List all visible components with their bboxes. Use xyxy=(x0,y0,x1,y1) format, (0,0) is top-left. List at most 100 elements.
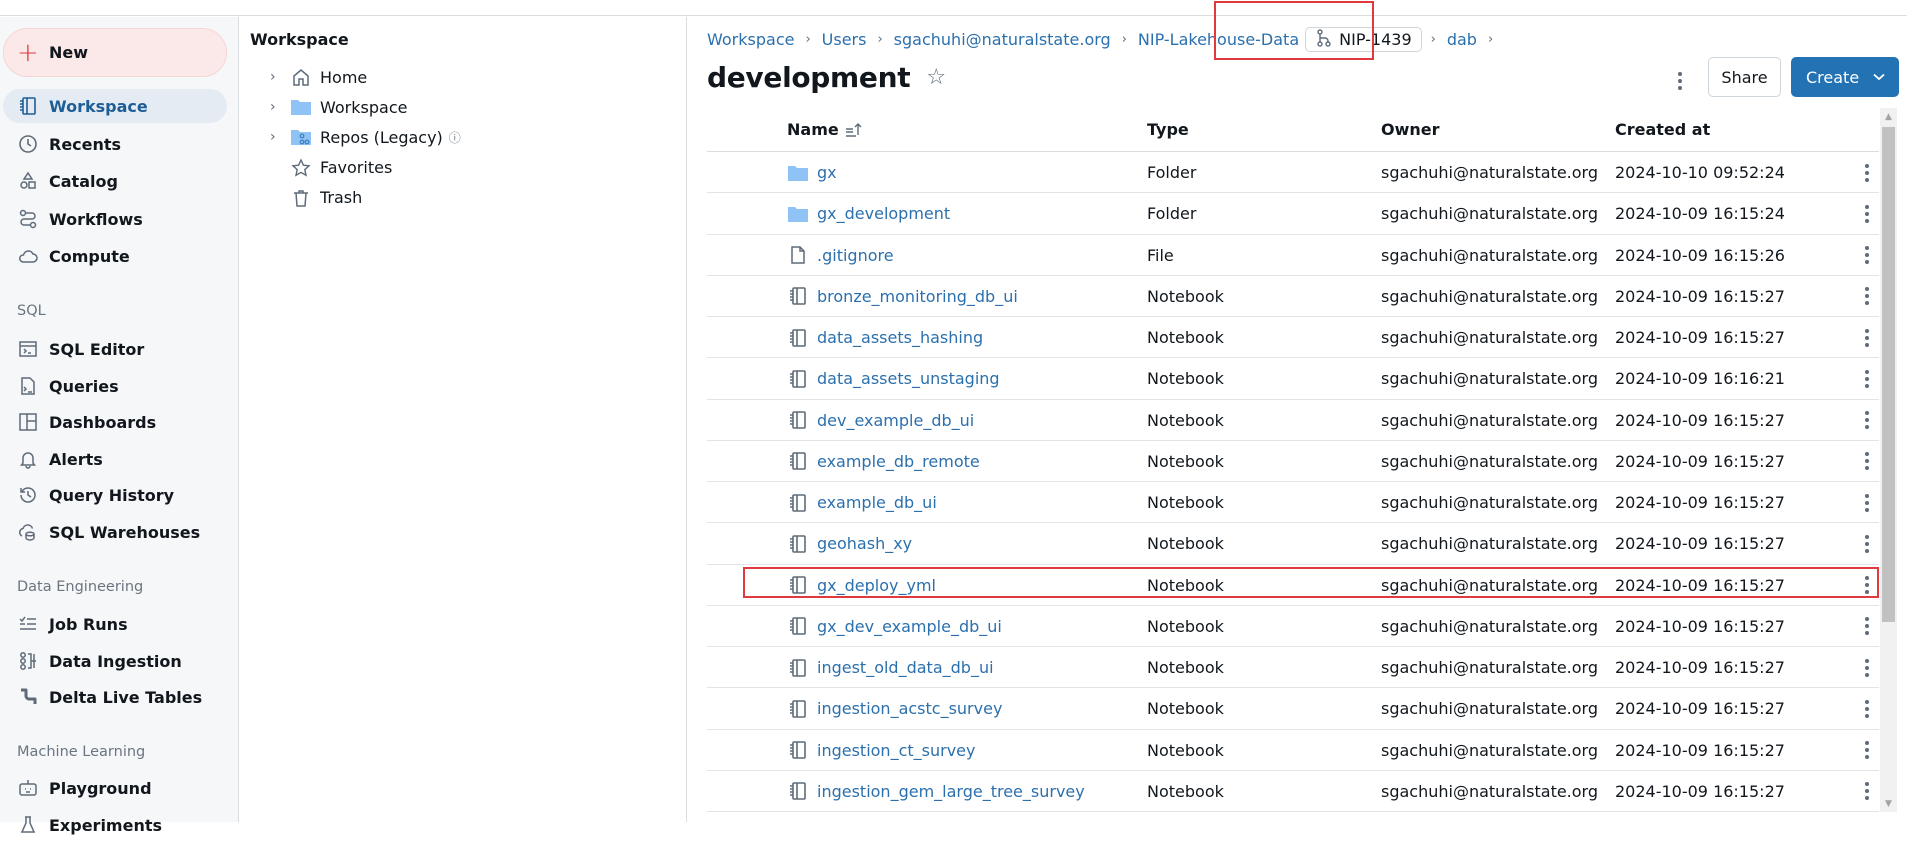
row-name-link[interactable]: ingest_old_data_db_ui xyxy=(787,647,994,688)
chevron-right-icon[interactable]: › xyxy=(270,69,290,85)
breadcrumb-item[interactable]: NIP-Lakehouse-Data xyxy=(1138,30,1299,49)
scroll-down-arrow[interactable]: ▼ xyxy=(1880,795,1897,812)
row-actions-button[interactable] xyxy=(1857,317,1877,358)
row-actions-button[interactable] xyxy=(1857,482,1877,523)
column-header-name[interactable]: Name xyxy=(787,120,863,139)
row-name-link[interactable]: .gitignore xyxy=(787,235,894,276)
table-scrollbar[interactable]: ▲ ▼ xyxy=(1880,108,1897,812)
row-actions-button[interactable] xyxy=(1857,771,1877,812)
sidebar-item-queries[interactable]: Queries xyxy=(3,369,227,403)
table-row[interactable]: example_db_remote Notebook sgachuhi@natura… xyxy=(707,441,1879,482)
row-actions-button[interactable] xyxy=(1857,441,1877,482)
sidebar-item-workflows[interactable]: Workflows xyxy=(3,202,227,236)
table-row[interactable]: ingestion_acstc_survey Notebook sgachuhi@n… xyxy=(707,688,1879,730)
sidebar-item-job-runs[interactable]: Job Runs xyxy=(3,607,227,641)
favorite-star-icon[interactable]: ☆ xyxy=(926,65,946,90)
table-row[interactable]: .gitignore File sgachuhi@naturalstate.org 2… xyxy=(707,235,1879,276)
column-header-type[interactable]: Type xyxy=(1147,120,1189,139)
row-actions-button[interactable] xyxy=(1857,523,1877,564)
row-actions-button[interactable] xyxy=(1857,358,1877,399)
more-options-button[interactable] xyxy=(1668,61,1692,101)
row-type: Notebook xyxy=(1147,328,1224,347)
row-name-link[interactable]: gx_dev_example_db_ui xyxy=(787,606,1002,647)
row-actions-button[interactable] xyxy=(1857,565,1877,606)
table-row[interactable]: geohash_xy Notebook sgachuhi@naturalstate.… xyxy=(707,523,1879,565)
breadcrumb-item[interactable]: dab xyxy=(1447,30,1477,49)
sidebar-item-label: Delta Live Tables xyxy=(49,687,203,707)
sidebar-item-compute[interactable]: Compute xyxy=(3,239,227,273)
chevron-right-icon[interactable]: › xyxy=(270,129,290,145)
scroll-up-arrow[interactable]: ▲ xyxy=(1880,108,1897,125)
table-row[interactable]: data_assets_hashing Notebook sgachuhi@natu… xyxy=(707,317,1879,359)
sidebar-item-dashboards[interactable]: Dashboards xyxy=(3,405,227,439)
row-name-link[interactable]: dev_example_db_ui xyxy=(787,400,974,441)
breadcrumb-item[interactable]: Users xyxy=(822,30,867,49)
tree-item-workspace[interactable]: › Workspace xyxy=(270,93,407,121)
row-name-link[interactable]: gx_development xyxy=(787,193,950,234)
sidebar-item-playground[interactable]: Playground xyxy=(3,771,227,805)
row-actions-button[interactable] xyxy=(1857,152,1877,193)
sidebar-item-workspace[interactable]: Workspace xyxy=(3,89,227,123)
table-row[interactable]: ingest_old_data_db_ui Notebook sgachuhi@na… xyxy=(707,647,1879,689)
table-row[interactable]: ingestion_ct_survey Notebook sgachuhi@natu… xyxy=(707,730,1879,771)
row-actions-button[interactable] xyxy=(1857,606,1877,647)
info-icon[interactable]: ⓘ xyxy=(449,129,461,146)
tree-item-trash[interactable]: Trash xyxy=(270,184,362,212)
table-row[interactable]: dev_example_db_ui Notebook sgachuhi@natura… xyxy=(707,400,1879,441)
sidebar-item-query-history[interactable]: Query History xyxy=(3,478,227,512)
column-header-owner[interactable]: Owner xyxy=(1381,120,1440,139)
new-button[interactable]: + New xyxy=(3,28,227,77)
sidebar-item-sql-warehouses[interactable]: SQL Warehouses xyxy=(3,515,227,549)
sidebar-item-catalog[interactable]: Catalog xyxy=(3,164,227,198)
row-name-link[interactable]: gx xyxy=(787,152,837,193)
table-row[interactable]: gx_deploy_yml Notebook sgachuhi@naturalsta… xyxy=(707,565,1879,606)
branch-chip[interactable]: NIP-1439 xyxy=(1305,27,1422,52)
row-actions-button[interactable] xyxy=(1857,235,1877,276)
sidebar-item-data-ingestion[interactable]: Data Ingestion xyxy=(3,644,227,678)
row-actions-button[interactable] xyxy=(1857,400,1877,441)
row-name-link[interactable]: bronze_monitoring_db_ui xyxy=(787,276,1018,317)
kebab-icon xyxy=(1865,163,1869,182)
row-name-link[interactable]: ingestion_acstc_survey xyxy=(787,688,1002,729)
sidebar-item-alerts[interactable]: Alerts xyxy=(3,442,227,476)
job-runs-icon xyxy=(17,613,39,635)
table-row[interactable]: example_db_ui Notebook sgachuhi@naturalsta… xyxy=(707,482,1879,524)
row-actions-button[interactable] xyxy=(1857,647,1877,688)
row-type: Notebook xyxy=(1147,451,1224,471)
table-row[interactable]: gx_development Folder sgachuhi@naturalstat… xyxy=(707,193,1879,235)
table-row[interactable]: bronze_monitoring_db_ui Notebook sgachuhi@… xyxy=(707,276,1879,317)
sidebar-item-sql-editor[interactable]: SQL Editor xyxy=(3,332,227,366)
row-actions-button[interactable] xyxy=(1857,193,1877,234)
scrollbar-thumb[interactable] xyxy=(1882,127,1895,622)
row-name-link[interactable]: example_db_remote xyxy=(787,441,980,482)
row-name-link[interactable]: ingestion_ct_survey xyxy=(787,730,975,771)
row-created-at: 2024-10-09 16:15:27 xyxy=(1615,451,1785,471)
breadcrumb-item[interactable]: sgachuhi@naturalstate.org xyxy=(894,30,1111,49)
row-name-link[interactable]: data_assets_hashing xyxy=(787,317,983,358)
chevron-right-icon[interactable]: › xyxy=(270,99,290,115)
breadcrumb-item[interactable]: Workspace xyxy=(707,30,794,49)
row-name-link[interactable]: ingestion_gem_large_tree_survey xyxy=(787,771,1085,812)
row-name-link[interactable]: example_db_ui xyxy=(787,482,937,523)
tree-item-repos-legacy[interactable]: › Repos (Legacy) ⓘ xyxy=(270,123,461,151)
row-actions-button[interactable] xyxy=(1857,730,1877,771)
share-button[interactable]: Share xyxy=(1708,57,1781,97)
row-name-link[interactable]: gx_deploy_yml xyxy=(787,565,936,606)
sidebar-item-delta-live-tables[interactable]: Delta Live Tables xyxy=(3,680,227,714)
tree-item-favorites[interactable]: Favorites xyxy=(270,154,392,182)
table-row[interactable]: gx Folder sgachuhi@naturalstate.org 2024-10… xyxy=(707,152,1879,194)
create-button[interactable]: Create xyxy=(1791,57,1899,97)
row-name-link[interactable]: data_assets_unstaging xyxy=(787,358,1000,399)
sidebar-item-recents[interactable]: Recents xyxy=(3,127,227,161)
column-header-created[interactable]: Created at xyxy=(1615,120,1710,139)
tree-item-home[interactable]: › Home xyxy=(270,63,367,91)
main-content: Workspace › Users › sgachuhi@naturalstate.or… xyxy=(688,1,1907,822)
table-row[interactable]: ingestion_gem_large_tree_survey Notebook s… xyxy=(707,771,1879,812)
table-row[interactable]: gx_dev_example_db_ui Notebook sgachuhi@nat… xyxy=(707,606,1879,647)
row-actions-button[interactable] xyxy=(1857,276,1877,317)
sidebar-item-experiments[interactable]: Experiments xyxy=(3,808,227,842)
row-actions-button[interactable] xyxy=(1857,688,1877,729)
sort-ascending-icon[interactable] xyxy=(845,122,863,138)
table-row[interactable]: data_assets_unstaging Notebook sgachuhi@na… xyxy=(707,358,1879,400)
row-name-link[interactable]: geohash_xy xyxy=(787,523,912,564)
